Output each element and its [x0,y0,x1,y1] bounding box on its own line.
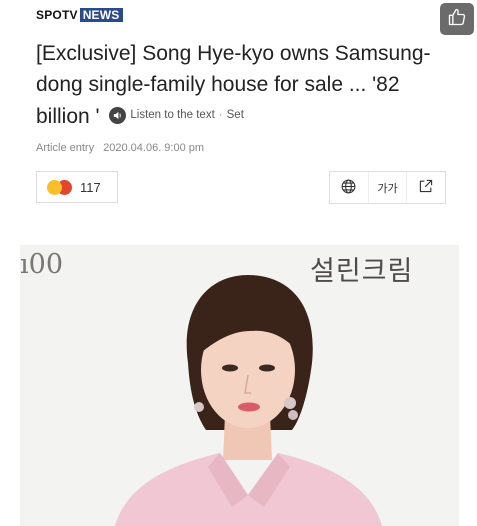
article-headline: [Exclusive] Song Hye-kyo owns Samsung-do… [36,38,456,132]
article-toolbar: 가가 [329,171,446,204]
like-button[interactable] [440,3,474,35]
brand-logo-spotv: SPOTV [36,8,78,22]
reaction-button[interactable]: 117 [36,171,118,203]
laughing-emoji-icon [47,179,62,195]
backdrop-brand-text: 설린크림 [310,256,414,287]
globe-icon [340,178,357,198]
thumbs-up-icon [447,7,467,32]
font-size-button[interactable]: 가가 [367,172,407,203]
translate-button[interactable] [330,172,368,203]
listen-separator: · [218,109,223,121]
article-meta: Article entry 2020.04.06. 9:00 pm [36,142,204,154]
article-photo: ı00 설린크림 [20,245,459,526]
share-icon [418,178,434,197]
brand-logo-news: NEWS [79,8,123,22]
brand-logo[interactable]: SPOTV NEWS [36,8,123,22]
article-date: 2020.04.06. 9:00 pm [103,142,205,154]
reaction-count: 117 [80,179,101,195]
article-entry-label: Article entry [36,142,95,154]
backdrop-logo-text: ı00 [20,249,63,280]
font-size-label: 가가 [377,182,398,195]
listen-label: Listen to the text [130,109,215,121]
listen-settings-link[interactable]: Set [227,100,244,131]
audio-icon [109,107,127,124]
share-button[interactable] [406,172,445,203]
listen-to-text-button[interactable]: Listen to the text · Set [109,100,244,131]
